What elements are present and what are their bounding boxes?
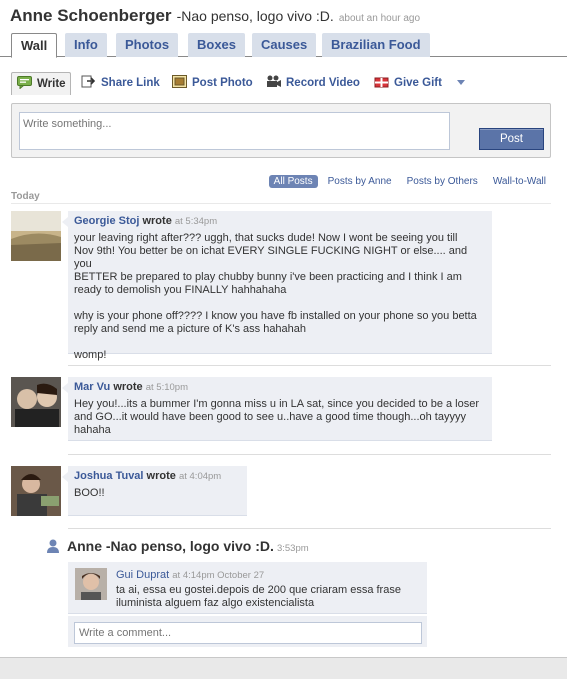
give-gift-button[interactable]: Give Gift	[374, 72, 442, 94]
post-text: Hey you!...its a bummer I'm gonna miss u…	[74, 398, 480, 436]
post-verb: wrote	[146, 470, 176, 482]
post-bubble: Mar Vu wrote at 5:10pm Hey you!...its a …	[62, 377, 492, 441]
post-text: BOO!!	[74, 487, 105, 499]
profile-tabs: Wall Info Photos Boxes Causes Brazilian …	[0, 33, 567, 58]
filter-wall-to-wall[interactable]: Wall-to-Wall	[488, 175, 551, 188]
comment: Gui Duprat at 4:14pm October 27 ta ai, e…	[68, 562, 427, 614]
record-video-label: Record Video	[286, 77, 360, 89]
avatar[interactable]	[75, 568, 107, 600]
comment-author[interactable]: Gui Duprat	[116, 569, 169, 581]
give-gift-label: Give Gift	[394, 77, 442, 89]
post-photo-label: Post Photo	[192, 77, 253, 89]
post-divider	[68, 454, 551, 455]
tab-photos[interactable]: Photos	[116, 33, 179, 57]
share-link-icon	[81, 74, 96, 88]
publisher-input[interactable]	[19, 112, 450, 150]
gift-icon	[374, 74, 389, 88]
comment-input-area	[68, 616, 427, 647]
post-text: your leaving right after??? uggh, that s…	[74, 232, 477, 361]
avatar[interactable]	[11, 211, 61, 261]
share-link-label: Share Link	[101, 77, 160, 89]
comment-meta: at 4:14pm October 27	[172, 570, 265, 581]
post-author[interactable]: Mar Vu	[74, 381, 110, 393]
post-photo-button[interactable]: Post Photo	[172, 72, 253, 94]
profile-status: -Nao penso, logo vivo :D.	[176, 8, 334, 24]
share-link-button[interactable]: Share Link	[81, 72, 160, 94]
avatar[interactable]	[11, 466, 61, 516]
video-camera-icon	[266, 74, 281, 87]
tab-brazilian-food[interactable]: Brazilian Food	[322, 33, 430, 57]
filter-posts-by-others[interactable]: Posts by Others	[402, 175, 483, 188]
tab-info[interactable]: Info	[65, 33, 107, 57]
filter-posts-by-anne[interactable]: Posts by Anne	[323, 175, 397, 188]
post-time: at 5:34pm	[174, 216, 218, 227]
day-divider	[11, 203, 551, 204]
post-divider	[68, 365, 551, 366]
person-icon	[45, 538, 61, 554]
post-verb: wrote	[142, 215, 172, 227]
wall-filter-bar: All Posts Posts by Anne Posts by Others …	[267, 175, 551, 191]
comment-text: ta ai, essa eu gostei.depois de 200 que …	[116, 584, 401, 609]
post-divider	[68, 528, 551, 529]
more-actions-dropdown[interactable]	[456, 72, 466, 94]
post-bubble: Georgie Stoj wrote at 5:34pm your leavin…	[62, 211, 492, 361]
avatar[interactable]	[11, 377, 61, 427]
profile-status-time: about an hour ago	[338, 13, 421, 24]
speech-bubble-icon	[17, 75, 32, 90]
record-video-button[interactable]: Record Video	[266, 72, 360, 94]
write-button[interactable]: Write	[11, 72, 71, 95]
post-time: at 5:10pm	[145, 382, 188, 393]
photo-icon	[172, 74, 187, 88]
publisher-bar: Write Share Link Post Photo Record Video…	[11, 72, 561, 95]
post-author[interactable]: Georgie Stoj	[74, 215, 139, 227]
post-button[interactable]: Post	[479, 128, 544, 150]
post-bubble: Joshua Tuval wrote at 4:04pm BOO!!	[62, 466, 247, 516]
write-label: Write	[37, 78, 66, 90]
post-verb: wrote	[113, 381, 143, 393]
tab-boxes[interactable]: Boxes	[188, 33, 246, 57]
status-time: 3:53pm	[276, 543, 309, 554]
status-post: Anne -Nao penso, logo vivo :D. 3:53pm	[45, 538, 309, 554]
tab-wall[interactable]: Wall	[11, 33, 58, 58]
filter-all-posts[interactable]: All Posts	[268, 175, 318, 188]
status-text: Anne -Nao penso, logo vivo :D.	[67, 538, 274, 554]
day-label: Today	[11, 191, 40, 202]
profile-name: Anne Schoenberger	[10, 6, 172, 25]
chevron-down-icon	[456, 77, 466, 89]
footer-bar	[0, 657, 567, 679]
profile-header: Anne Schoenberger -Nao penso, logo vivo …	[10, 6, 420, 26]
post-author[interactable]: Joshua Tuval	[74, 470, 143, 482]
comment-input[interactable]	[74, 622, 422, 644]
post-time: at 4:04pm	[178, 471, 222, 482]
tab-causes[interactable]: Causes	[252, 33, 317, 57]
publisher-box: Post	[11, 103, 551, 158]
